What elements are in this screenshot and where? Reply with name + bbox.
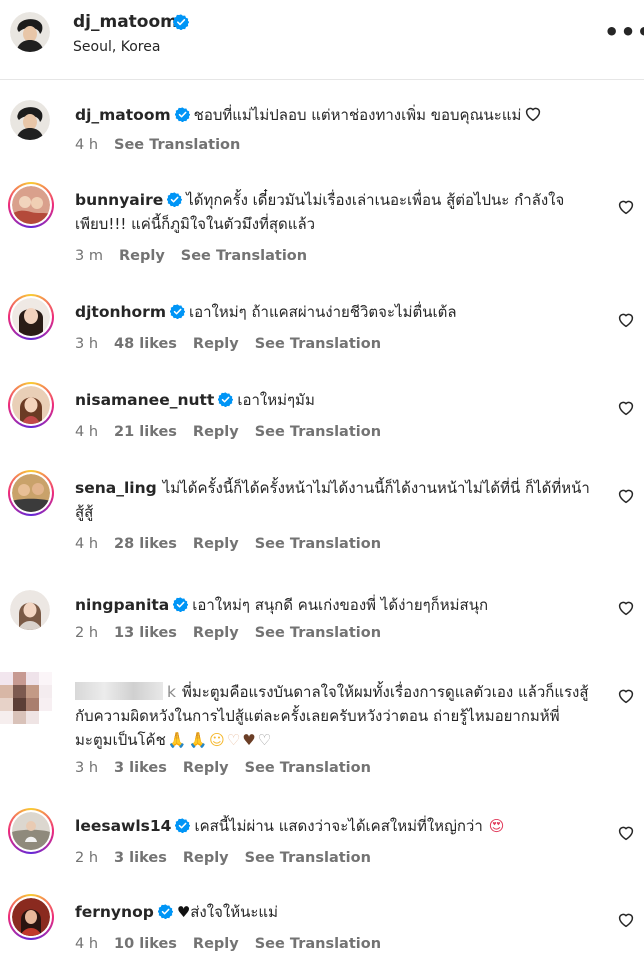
verified-icon xyxy=(173,597,188,612)
see-translation-link[interactable]: See Translation xyxy=(245,760,371,776)
post-username[interactable]: dj_matoom xyxy=(73,12,178,32)
see-translation-link[interactable]: See Translation xyxy=(255,936,381,952)
reply-button[interactable]: Reply xyxy=(183,850,229,866)
like-heart-icon[interactable] xyxy=(617,311,635,329)
like-heart-icon[interactable] xyxy=(617,687,635,705)
comment-time: 3 h xyxy=(75,760,99,776)
comment-username[interactable]: nisamanee_nutt xyxy=(75,391,214,409)
comment-username[interactable]: dj_matoom xyxy=(75,106,171,124)
verified-icon xyxy=(173,14,189,30)
like-heart-icon[interactable] xyxy=(617,911,635,929)
white-heart-emoji-icon: ♡ xyxy=(257,731,272,749)
brown-heart-emoji-icon: ♥ xyxy=(242,731,256,749)
verified-icon xyxy=(218,392,233,407)
like-count[interactable]: 3 likes xyxy=(114,850,167,866)
see-translation-link[interactable]: See Translation xyxy=(255,424,381,440)
post-location[interactable]: Seoul, Korea xyxy=(73,39,160,55)
avatar xyxy=(12,298,50,336)
verified-icon xyxy=(175,818,190,833)
story-ring[interactable] xyxy=(8,808,54,854)
black-heart-emoji-icon: ♥ xyxy=(176,903,191,921)
praying-hands-emoji-icon: 🙏 xyxy=(167,731,187,749)
comment-username[interactable]: bunnyaire xyxy=(75,191,163,209)
comment-time: 4 h xyxy=(75,936,99,952)
verified-icon xyxy=(167,192,182,207)
like-heart-icon[interactable] xyxy=(617,198,635,216)
see-translation-link[interactable]: See Translation xyxy=(255,625,381,641)
see-translation-link[interactable]: See Translation xyxy=(245,850,371,866)
comment-text: เอาใหม่ๆ ถ้าแคสผ่านง่ายชีวิตจะไม่ตื่นเต้… xyxy=(188,303,457,321)
see-translation-link[interactable]: See Translation xyxy=(255,536,381,552)
verified-icon xyxy=(158,904,173,919)
avatar[interactable] xyxy=(10,100,50,140)
comment-text: เคสนี้ไม่ผ่าน แสดงว่าจะได้เคสใหม่ที่ใหญ่… xyxy=(194,817,483,835)
like-heart-icon[interactable] xyxy=(617,599,635,617)
story-ring[interactable] xyxy=(8,382,54,428)
heart-eyes-emoji-icon: 😍 xyxy=(488,817,505,835)
heart-hands-emoji-icon: ♡ xyxy=(226,731,241,749)
blurred-avatar[interactable] xyxy=(0,672,52,724)
verified-icon xyxy=(175,107,190,122)
story-ring[interactable] xyxy=(8,294,54,340)
smiling-face-emoji-icon: ☺ xyxy=(209,731,225,749)
avatar xyxy=(12,186,50,224)
comment-time: 4 h xyxy=(75,424,99,440)
see-translation-link[interactable]: See Translation xyxy=(114,137,240,153)
comment-username[interactable]: leesawls14 xyxy=(75,817,171,835)
like-count[interactable]: 28 likes xyxy=(114,536,177,552)
blurred-username[interactable] xyxy=(75,682,163,700)
story-ring[interactable] xyxy=(8,182,54,228)
avatar[interactable] xyxy=(10,12,50,52)
comment-username[interactable]: fernynop xyxy=(75,903,154,921)
reply-button[interactable]: Reply xyxy=(193,625,239,641)
post-header: dj_matoom Seoul, Korea ••• xyxy=(0,0,644,80)
like-count[interactable]: 13 likes xyxy=(114,625,177,641)
like-count[interactable]: 10 likes xyxy=(114,936,177,952)
avatar xyxy=(12,812,50,850)
story-ring[interactable] xyxy=(8,894,54,940)
like-count[interactable]: 48 likes xyxy=(114,336,177,352)
like-heart-icon[interactable] xyxy=(617,824,635,842)
comment-text: ส่งใจให้นะแม่ xyxy=(190,903,278,921)
comment-text: เอาใหม่ๆ สนุกดี คนเก่งของพี่ ได้ง่ายๆก็ห… xyxy=(192,596,489,614)
comment-text: ชอบที่แม่ไม่ปลอบ แต่หาช่องทางเพิ่ม ขอบคุ… xyxy=(193,106,522,124)
comment-time: 4 h xyxy=(75,137,99,153)
comment-text: เอาใหม่ๆมัม xyxy=(237,391,315,409)
comment-time: 2 h xyxy=(75,850,99,866)
reply-button[interactable]: Reply xyxy=(193,336,239,352)
more-horizontal-icon[interactable]: ••• xyxy=(604,20,644,44)
like-count[interactable]: 21 likes xyxy=(114,424,177,440)
see-translation-link[interactable]: See Translation xyxy=(181,248,307,264)
comment-time: 2 h xyxy=(75,625,99,641)
like-heart-icon[interactable] xyxy=(617,399,635,417)
story-ring[interactable] xyxy=(8,470,54,516)
comment-time: 3 m xyxy=(75,248,103,264)
reply-button[interactable]: Reply xyxy=(183,760,229,776)
comment-username[interactable]: djtonhorm xyxy=(75,303,166,321)
praying-hands-emoji-icon: 🙏 xyxy=(188,731,208,749)
reply-button[interactable]: Reply xyxy=(193,424,239,440)
see-translation-link[interactable]: See Translation xyxy=(255,336,381,352)
comment-time: 3 h xyxy=(75,336,99,352)
reply-button[interactable]: Reply xyxy=(119,248,165,264)
comment-username[interactable]: ningpanita xyxy=(75,596,169,614)
like-heart-icon[interactable] xyxy=(617,487,635,505)
comment-time: 4 h xyxy=(75,536,99,552)
avatar[interactable] xyxy=(10,590,50,630)
avatar xyxy=(12,898,50,936)
reply-button[interactable]: Reply xyxy=(193,536,239,552)
like-count[interactable]: 3 likes xyxy=(114,760,167,776)
avatar xyxy=(12,386,50,424)
heart-outline-icon xyxy=(524,105,542,123)
reply-button[interactable]: Reply xyxy=(193,936,239,952)
avatar xyxy=(12,474,50,512)
comment-username[interactable]: sena_ling xyxy=(75,479,157,497)
verified-icon xyxy=(170,304,185,319)
comment-username[interactable]: k xyxy=(167,683,176,701)
